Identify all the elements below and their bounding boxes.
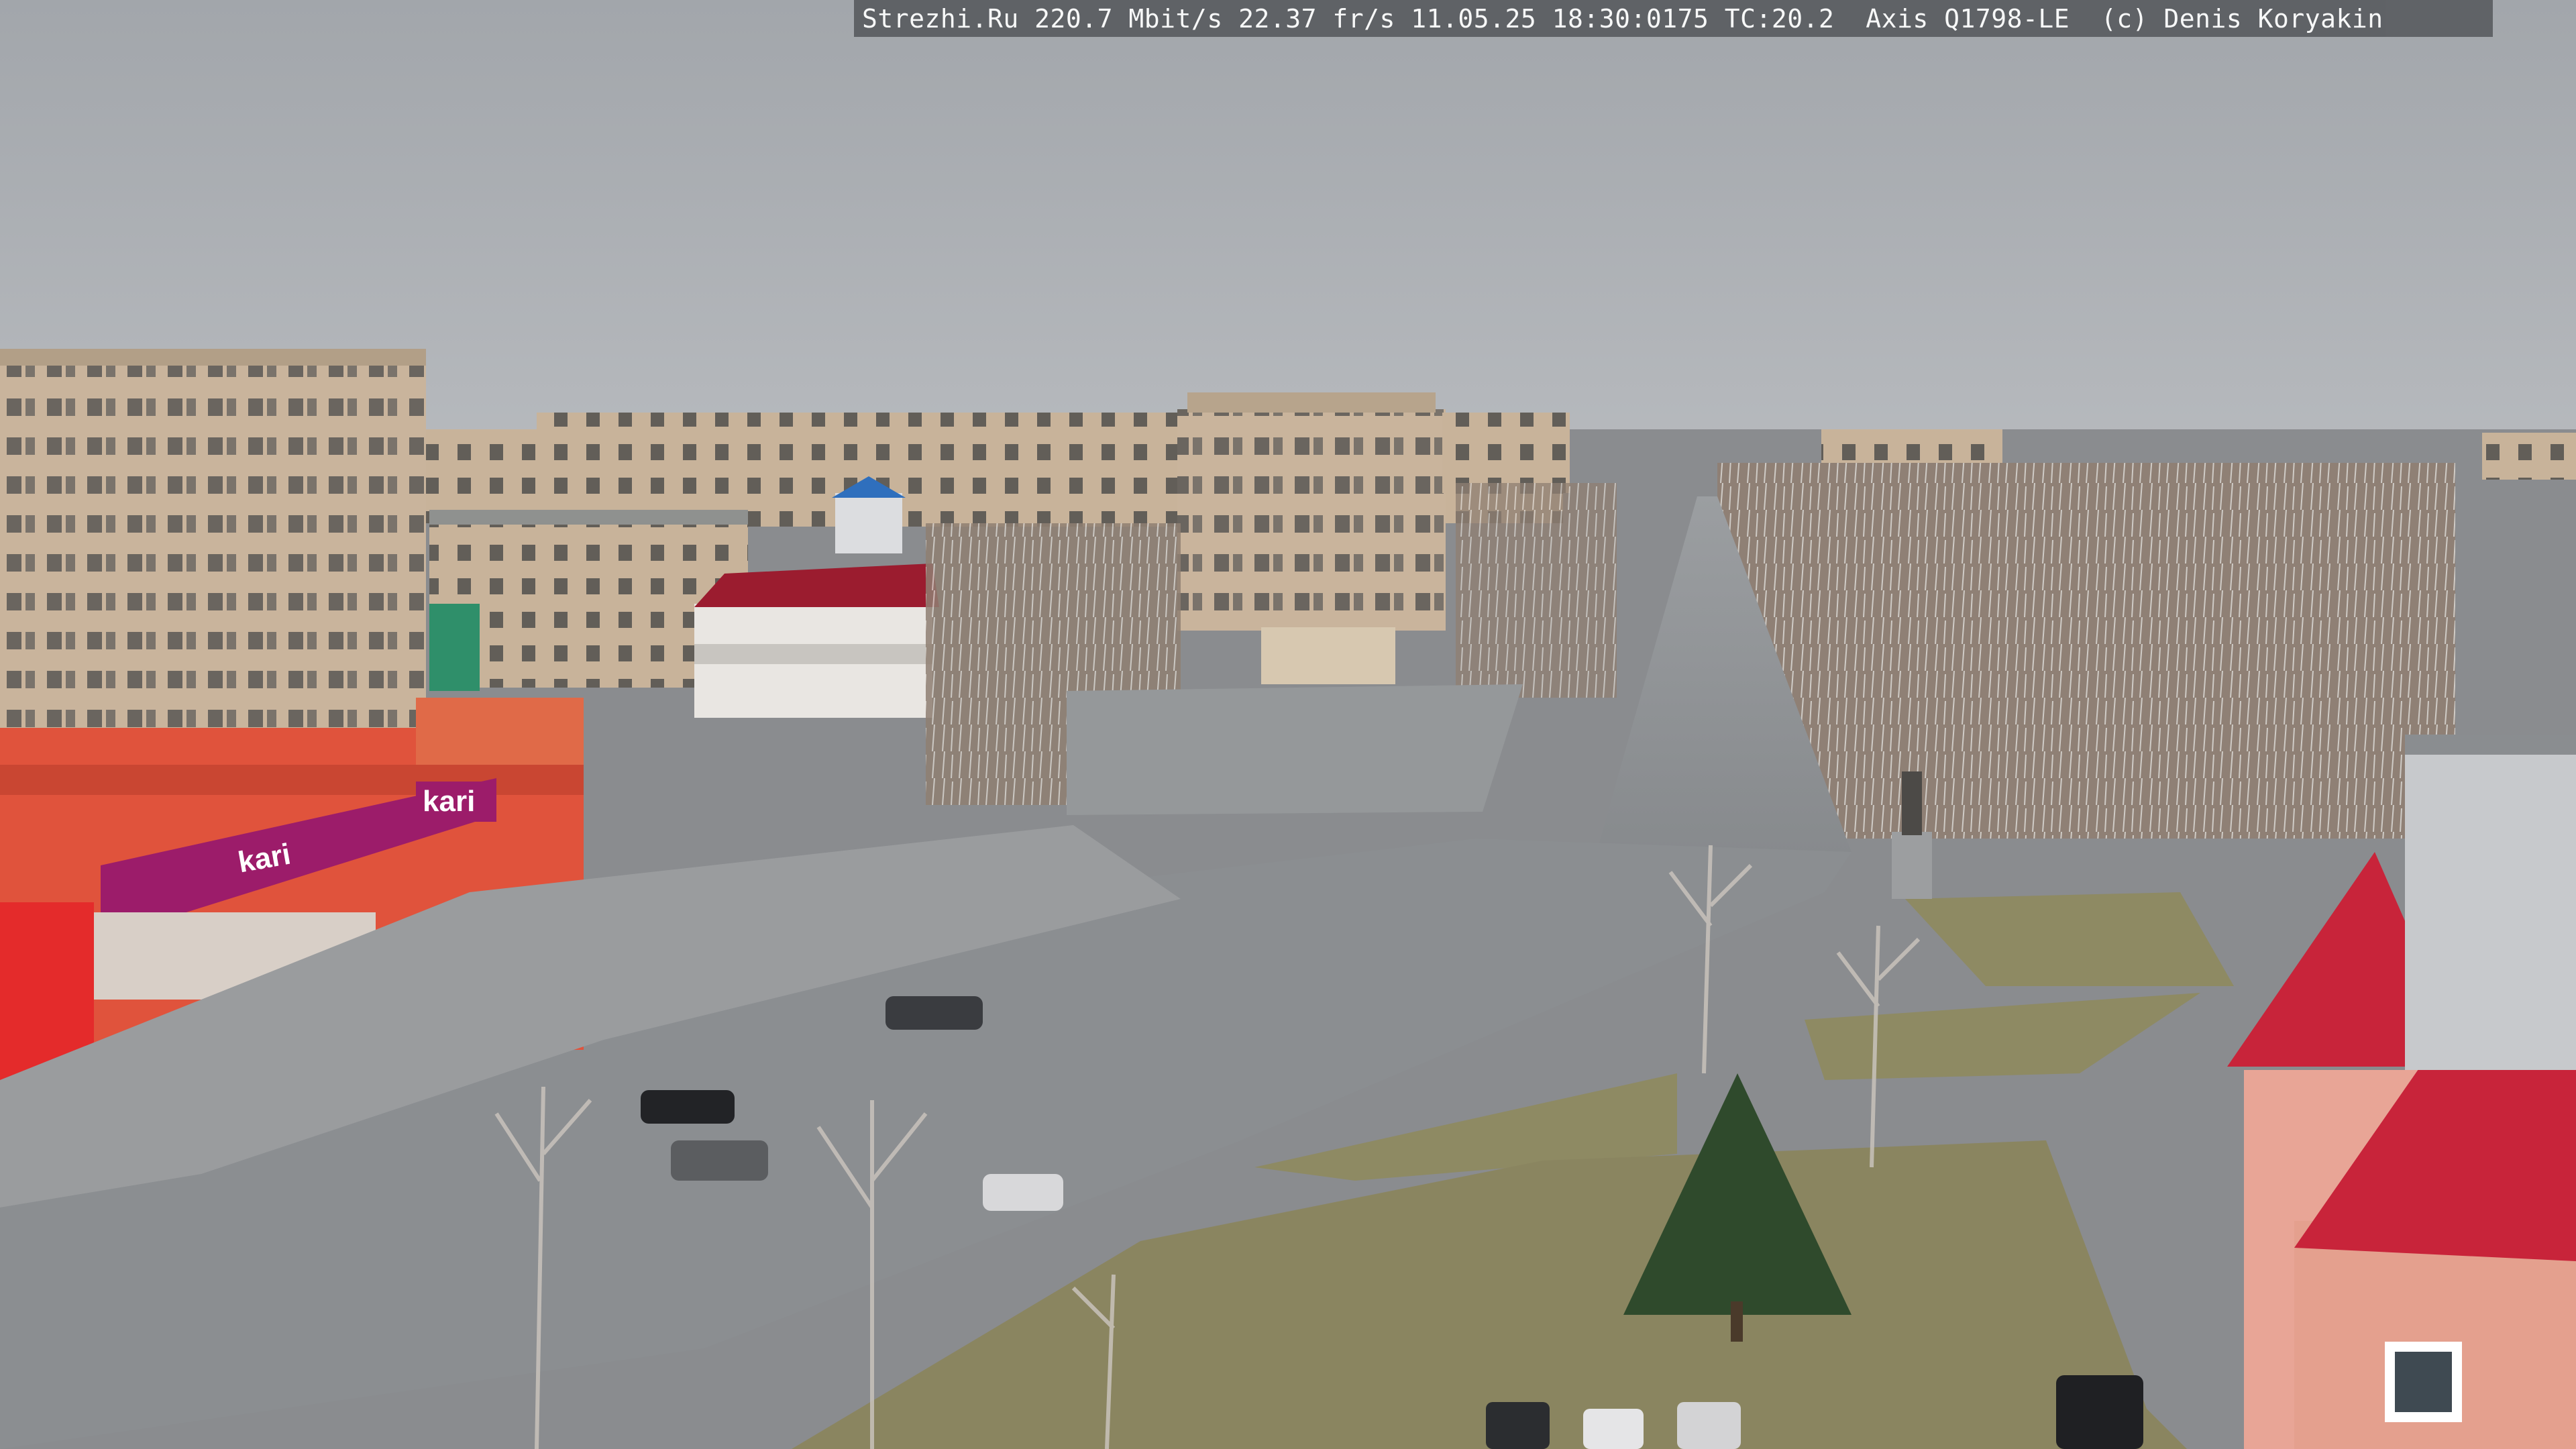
center-tower — [1177, 409, 1446, 631]
camera-info-overlay: Strezhi.Ru 220.7 Mbit/s 22.37 fr/s 11.05… — [854, 0, 2493, 37]
city-street-scene — [0, 0, 2576, 1449]
kari-facade-sign: kari — [423, 785, 476, 818]
bare-trees-right — [1717, 463, 2455, 839]
right-modern-building — [2405, 735, 2576, 1070]
left-apartment-block — [0, 359, 426, 788]
camera-info-text: Strezhi.Ru 220.7 Mbit/s 22.37 fr/s 11.05… — [862, 3, 2383, 34]
blue-roof-tower — [835, 493, 902, 553]
monument-pedestal — [1892, 832, 1932, 899]
central-plaza — [1067, 684, 1523, 815]
webcam-frame: Strezhi.Ru 220.7 Mbit/s 22.37 fr/s 11.05… — [0, 0, 2576, 1449]
